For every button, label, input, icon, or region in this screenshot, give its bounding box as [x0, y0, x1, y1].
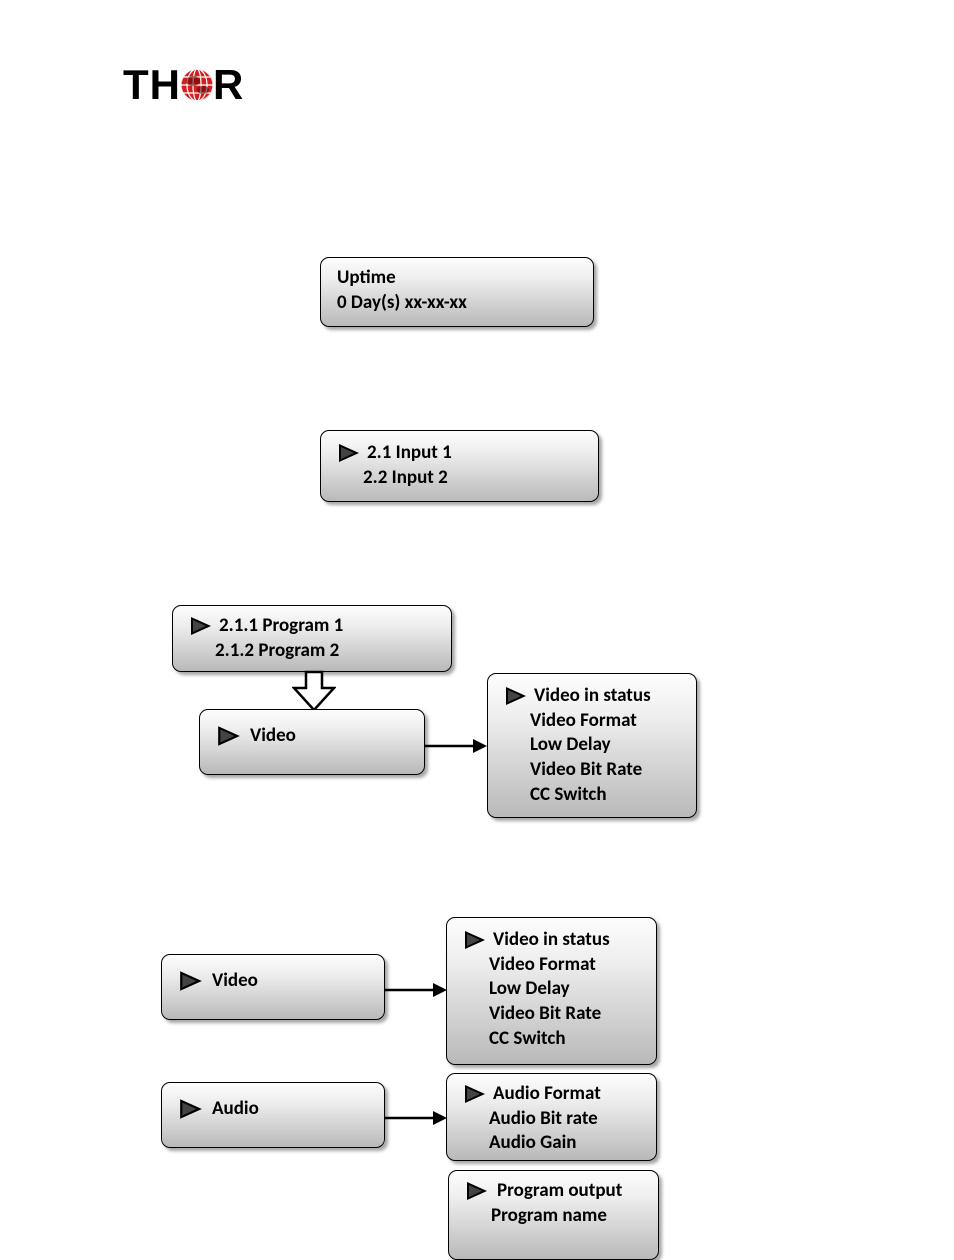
- video-detail-2: Video in status Video Format Low Delay V…: [446, 917, 657, 1065]
- audio-format: Audio Format: [493, 1082, 601, 1107]
- video-node-1: Video: [199, 709, 425, 775]
- program-1-label: 2.1.1 Program 1: [219, 614, 343, 639]
- play-icon: [463, 930, 487, 950]
- video-bit-rate-2: Video Bit Rate: [463, 1002, 646, 1027]
- low-delay-2: Low Delay: [463, 977, 646, 1002]
- video-detail-1: Video in status Video Format Low Delay V…: [487, 673, 697, 818]
- inputs-box: 2.1 Input 1 2.2 Input 2: [320, 430, 599, 502]
- low-delay: Low Delay: [504, 733, 686, 758]
- logo-text-right: R: [213, 61, 244, 109]
- play-icon: [216, 725, 242, 747]
- cc-switch: CC Switch: [504, 783, 686, 808]
- logo-text-left: TH: [123, 61, 181, 109]
- program-output: Program output: [497, 1179, 622, 1204]
- play-icon: [463, 1084, 487, 1104]
- video-format: Video Format: [504, 709, 686, 734]
- uptime-box: Uptime 0 Day(s) xx-xx-xx: [320, 257, 594, 327]
- play-icon: [189, 616, 213, 636]
- program-name: Program name: [465, 1204, 648, 1229]
- down-arrow-icon: [292, 670, 336, 714]
- brand-logo: TH R: [123, 61, 244, 109]
- right-arrow-icon: [425, 736, 487, 756]
- play-icon: [504, 686, 528, 706]
- right-arrow-icon: [385, 980, 447, 1000]
- video-in-status-2: Video in status: [493, 928, 610, 953]
- program-2-label: 2.1.2 Program 2: [189, 639, 441, 664]
- video-node-1-label: Video: [250, 724, 296, 749]
- diagram-canvas: TH R: [0, 0, 954, 1235]
- input-2-label: 2.2 Input 2: [337, 466, 588, 491]
- video-format-2: Video Format: [463, 953, 646, 978]
- program-detail: Program output Program name: [448, 1170, 659, 1260]
- uptime-title: Uptime: [337, 266, 583, 291]
- right-arrow-icon: [385, 1108, 447, 1128]
- audio-node-label: Audio: [212, 1097, 259, 1122]
- play-icon: [178, 970, 204, 992]
- audio-node: Audio: [161, 1082, 385, 1148]
- video-in-status: Video in status: [534, 684, 651, 709]
- input-1-label: 2.1 Input 1: [367, 441, 452, 466]
- uptime-value: 0 Day(s) xx-xx-xx: [337, 291, 583, 316]
- play-icon: [465, 1181, 489, 1201]
- cc-switch-2: CC Switch: [463, 1027, 646, 1052]
- video-bit-rate: Video Bit Rate: [504, 758, 686, 783]
- play-icon: [337, 443, 361, 463]
- play-icon: [178, 1098, 204, 1120]
- programs-box: 2.1.1 Program 1 2.1.2 Program 2: [172, 605, 452, 672]
- audio-detail: Audio Format Audio Bit rate Audio Gain: [446, 1073, 657, 1161]
- globe-icon: [180, 68, 214, 102]
- audio-bit-rate: Audio Bit rate: [463, 1107, 646, 1132]
- video-node-2: Video: [161, 954, 385, 1020]
- video-node-2-label: Video: [212, 969, 258, 994]
- audio-gain: Audio Gain: [463, 1131, 646, 1156]
